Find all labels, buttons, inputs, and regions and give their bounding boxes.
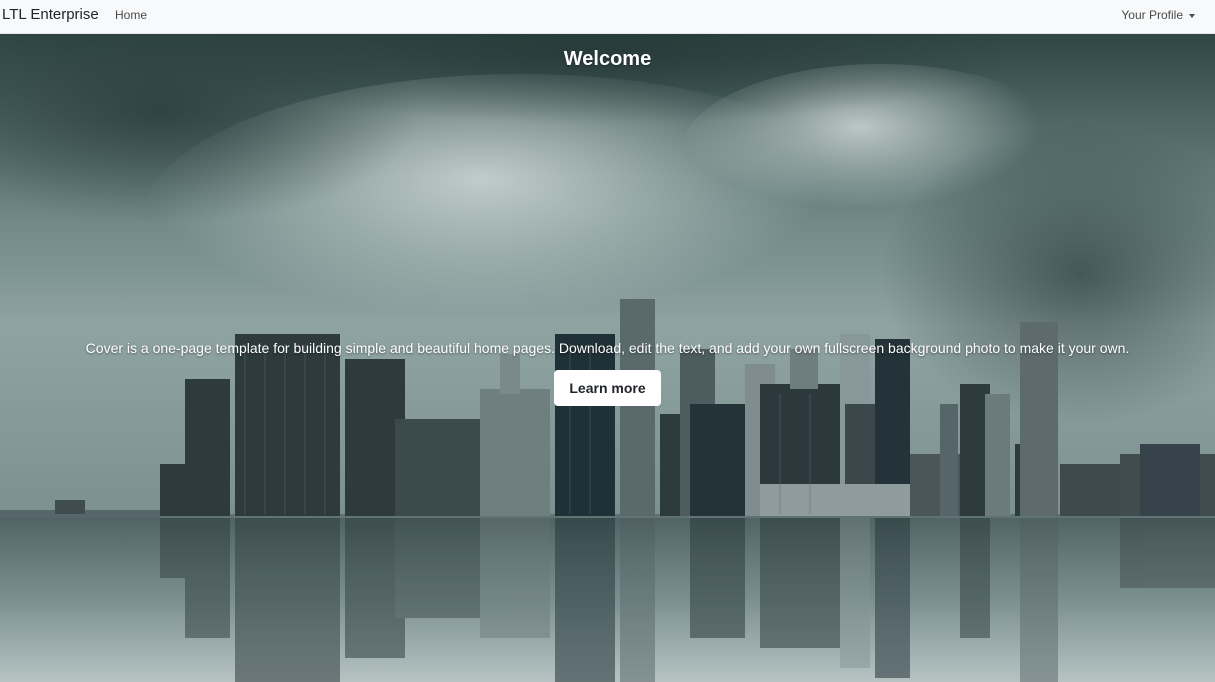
brand-link[interactable]: LTL Enterprise bbox=[2, 6, 99, 23]
navbar: LTL Enterprise Home Your Profile bbox=[0, 0, 1215, 34]
hero-lead-text: Cover is a one-page template for buildin… bbox=[85, 340, 1130, 356]
hero-title: Welcome bbox=[563, 48, 652, 70]
hero-section: Welcome Cover is a one-page template for… bbox=[0, 34, 1215, 682]
caret-down-icon bbox=[1189, 13, 1195, 18]
city-skyline-background-image bbox=[0, 34, 1215, 682]
nav-home-link[interactable]: Home bbox=[115, 8, 147, 22]
profile-label: Your Profile bbox=[1121, 8, 1183, 22]
learn-more-button[interactable]: Learn more bbox=[554, 370, 661, 406]
profile-dropdown-toggle[interactable]: Your Profile bbox=[1121, 8, 1195, 22]
